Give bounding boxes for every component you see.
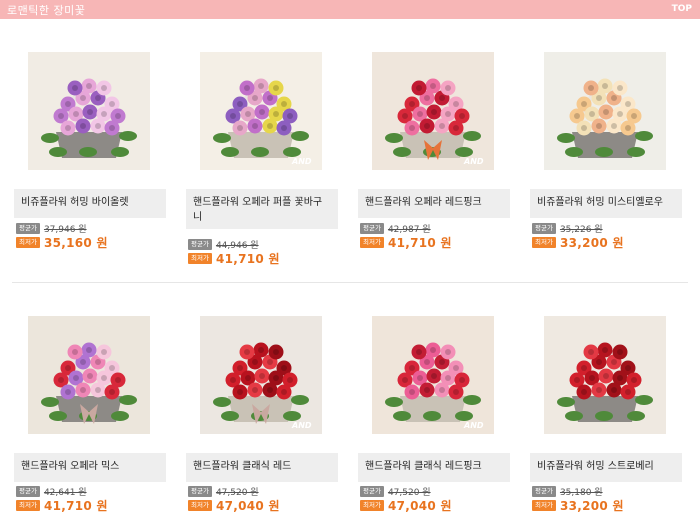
svg-text:AND: AND — [463, 421, 484, 430]
scroll-top-link[interactable]: TOP — [672, 4, 692, 14]
product-thumbnail[interactable]: AND — [200, 52, 322, 170]
product-name[interactable]: 핸드플라워 오페라 퍼플 꽃바구니 — [186, 189, 338, 229]
lowest-price-badge: 최저가 — [360, 499, 384, 511]
row-divider — [12, 282, 688, 283]
lowest-price: 35,160 원 — [43, 235, 108, 250]
lowest-price-badge: 최저가 — [532, 236, 556, 248]
flower-basket-image — [544, 316, 666, 434]
lowest-price: 47,040 원 — [387, 498, 452, 513]
price-block: 평균가 35,180 원 최저가 33,200 원 — [532, 484, 624, 513]
product-name[interactable]: 핸드플라워 오페라 믹스 — [14, 453, 166, 482]
lowest-price-badge: 최저가 — [16, 236, 40, 248]
product-name[interactable]: 비쥬플라워 허밍 미스티옐로우 — [530, 189, 682, 218]
lowest-price-badge: 최저가 — [188, 252, 212, 264]
lowest-price: 41,710 원 — [43, 498, 108, 513]
flower-basket-image — [28, 316, 150, 434]
flower-basket-image — [28, 52, 150, 170]
category-title: 로맨틱한 장미꽃 — [7, 4, 86, 17]
lowest-price-badge: 최저가 — [188, 499, 212, 511]
average-price-badge: 평균가 — [188, 485, 212, 497]
flower-basket-image: AND — [200, 316, 322, 434]
product-thumbnail[interactable] — [544, 316, 666, 434]
price-block: 평균가 37,946 원 최저가 35,160 원 — [16, 221, 108, 250]
product-thumbnail[interactable] — [28, 316, 150, 434]
flower-basket-image: AND — [200, 52, 322, 170]
product-name[interactable]: 비쥬플라워 허밍 바이올렛 — [14, 189, 166, 218]
lowest-price-badge: 최저가 — [16, 499, 40, 511]
lowest-price: 33,200 원 — [559, 235, 624, 250]
svg-text:AND: AND — [291, 421, 312, 430]
product-thumbnail[interactable] — [544, 52, 666, 170]
average-price-badge: 평균가 — [16, 485, 40, 497]
average-price-badge: 평균가 — [532, 222, 556, 234]
product-thumbnail[interactable]: AND — [372, 316, 494, 434]
average-price-badge: 평균가 — [360, 222, 384, 234]
average-price-badge: 평균가 — [532, 485, 556, 497]
svg-text:AND: AND — [291, 157, 312, 166]
flower-basket-image: AND — [372, 316, 494, 434]
lowest-price-badge: 최저가 — [532, 499, 556, 511]
product-thumbnail[interactable] — [28, 52, 150, 170]
price-block: 평균가 42,987 원 최저가 41,710 원 — [360, 221, 452, 250]
average-price-badge: 평균가 — [360, 485, 384, 497]
product-name[interactable]: 핸드플라워 오페라 레드핑크 — [358, 189, 510, 218]
product-thumbnail[interactable]: AND — [372, 52, 494, 170]
flower-basket-image — [544, 52, 666, 170]
product-thumbnail[interactable]: AND — [200, 316, 322, 434]
price-block: 평균가 47,520 원 최저가 47,040 원 — [188, 484, 280, 513]
category-header-bar: 로맨틱한 장미꽃 TOP — [0, 0, 700, 19]
svg-text:AND: AND — [463, 157, 484, 166]
lowest-price: 41,710 원 — [215, 251, 280, 266]
lowest-price: 33,200 원 — [559, 498, 624, 513]
average-price-badge: 평균가 — [16, 222, 40, 234]
average-price-badge: 평균가 — [188, 238, 212, 250]
product-name[interactable]: 핸드플라워 클래식 레드 — [186, 453, 338, 482]
flower-basket-image: AND — [372, 52, 494, 170]
price-block: 평균가 42,641 원 최저가 41,710 원 — [16, 484, 108, 513]
lowest-price-badge: 최저가 — [360, 236, 384, 248]
lowest-price: 47,040 원 — [215, 498, 280, 513]
lowest-price: 41,710 원 — [387, 235, 452, 250]
price-block: 평균가 35,226 원 최저가 33,200 원 — [532, 221, 624, 250]
product-name[interactable]: 핸드플라워 클래식 레드핑크 — [358, 453, 510, 482]
price-block: 평균가 47,520 원 최저가 47,040 원 — [360, 484, 452, 513]
product-name[interactable]: 비쥬플라워 허밍 스트로베리 — [530, 453, 682, 482]
price-block: 평균가 44,946 원 최저가 41,710 원 — [188, 237, 280, 266]
